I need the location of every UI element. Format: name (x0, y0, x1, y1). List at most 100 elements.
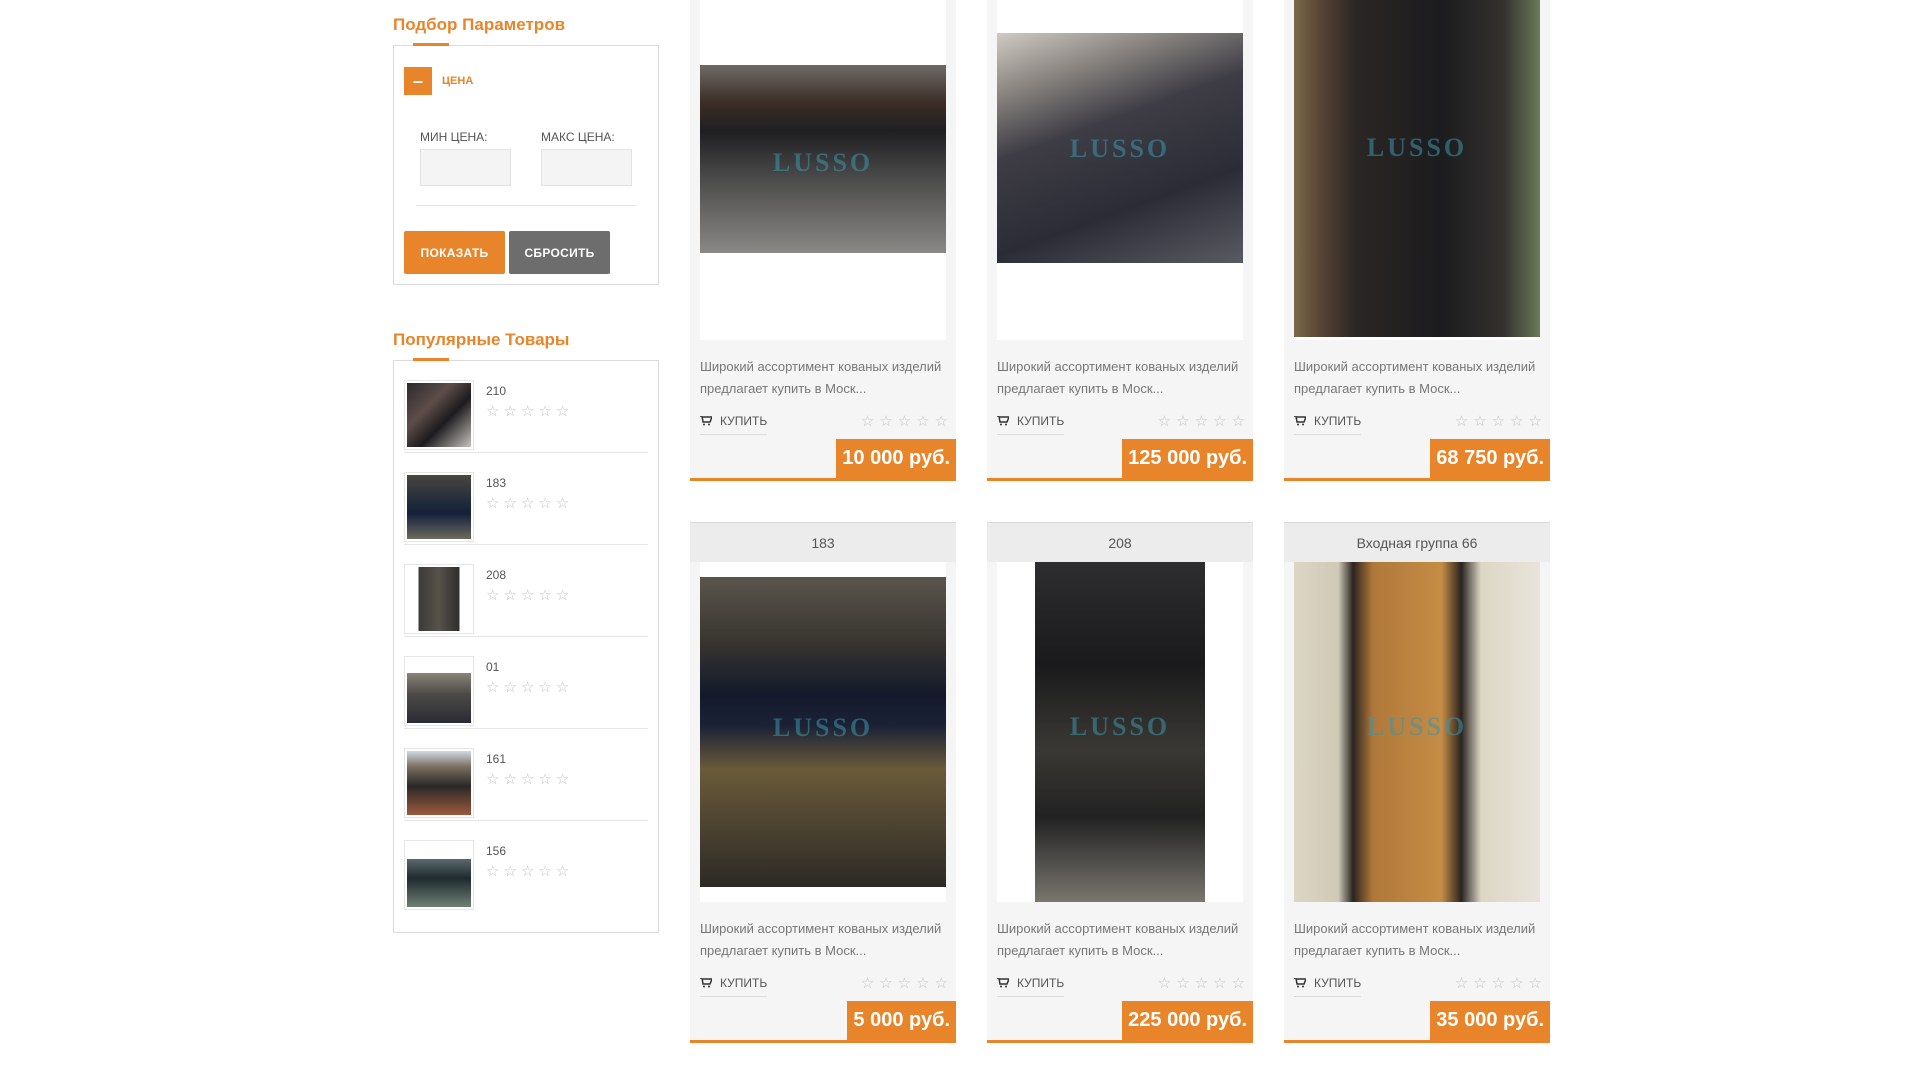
star-icon[interactable]: ☆ (1510, 414, 1523, 429)
star-icon[interactable]: ☆ (503, 588, 516, 603)
star-icon[interactable]: ☆ (521, 588, 534, 603)
product-card[interactable]: LUSSO Широкий ассортимент кованых издели… (987, 0, 1253, 481)
star-icon[interactable]: ☆ (935, 976, 948, 991)
buy-label[interactable]: КУПИТЬ (720, 414, 767, 428)
star-icon[interactable]: ☆ (503, 772, 516, 787)
product-image[interactable]: LUSSO (997, 33, 1243, 263)
product-card[interactable]: LUSSO Широкий ассортимент кованых издели… (1284, 0, 1550, 481)
star-icon[interactable]: ☆ (486, 864, 499, 879)
product-image-wrap[interactable]: LUSSO (1294, 0, 1540, 340)
buy-label[interactable]: КУПИТЬ (1314, 414, 1361, 428)
star-icon[interactable]: ☆ (916, 414, 929, 429)
rating-stars[interactable]: ☆ ☆ ☆ ☆ ☆ (486, 404, 569, 419)
popular-item-name[interactable]: 161 (486, 748, 569, 766)
star-icon[interactable]: ☆ (879, 414, 892, 429)
popular-item[interactable]: 161 ☆ ☆ ☆ ☆ ☆ (404, 729, 648, 821)
star-icon[interactable]: ☆ (1510, 976, 1523, 991)
buy-button[interactable]: КУПИТЬ (700, 414, 768, 435)
star-icon[interactable]: ☆ (1213, 414, 1226, 429)
star-icon[interactable]: ☆ (538, 496, 551, 511)
product-image[interactable]: LUSSO (700, 65, 946, 253)
star-icon[interactable]: ☆ (1232, 976, 1245, 991)
popular-item[interactable]: 208 ☆ ☆ ☆ ☆ ☆ (404, 545, 648, 637)
buy-label[interactable]: КУПИТЬ (1017, 976, 1064, 990)
star-icon[interactable]: ☆ (1492, 414, 1505, 429)
popular-thumbnail[interactable] (404, 656, 474, 726)
star-icon[interactable]: ☆ (521, 772, 534, 787)
star-icon[interactable]: ☆ (935, 414, 948, 429)
product-title[interactable]: Входная группа 66 (1284, 522, 1550, 562)
popular-thumbnail[interactable] (404, 472, 474, 542)
star-icon[interactable]: ☆ (556, 588, 569, 603)
star-icon[interactable]: ☆ (861, 976, 874, 991)
popular-item[interactable]: 156 ☆ ☆ ☆ ☆ ☆ (404, 821, 648, 913)
popular-thumbnail[interactable] (404, 840, 474, 910)
star-icon[interactable]: ☆ (556, 772, 569, 787)
popular-thumbnail[interactable] (404, 564, 474, 634)
popular-item-name[interactable]: 156 (486, 840, 569, 858)
star-icon[interactable]: ☆ (538, 680, 551, 695)
product-image-wrap[interactable]: LUSSO (997, 562, 1243, 902)
product-image-wrap[interactable]: LUSSO (997, 0, 1243, 340)
buy-label[interactable]: КУПИТЬ (1314, 976, 1361, 990)
popular-item[interactable]: 183 ☆ ☆ ☆ ☆ ☆ (404, 453, 648, 545)
buy-button[interactable]: КУПИТЬ (997, 976, 1065, 997)
product-image-wrap[interactable]: LUSSO (700, 562, 946, 902)
rating-stars[interactable]: ☆ ☆ ☆ ☆ ☆ (1158, 976, 1245, 991)
star-icon[interactable]: ☆ (503, 496, 516, 511)
buy-label[interactable]: КУПИТЬ (720, 976, 767, 990)
popular-item-name[interactable]: 210 (486, 380, 569, 398)
star-icon[interactable]: ☆ (1529, 976, 1542, 991)
product-image-wrap[interactable]: LUSSO (1294, 562, 1540, 902)
popular-item-name[interactable]: 183 (486, 472, 569, 490)
star-icon[interactable]: ☆ (861, 414, 874, 429)
product-image-wrap[interactable]: LUSSO (700, 0, 946, 340)
product-image[interactable]: LUSSO (700, 577, 946, 887)
star-icon[interactable]: ☆ (538, 772, 551, 787)
reset-button[interactable]: СБРОСИТЬ (509, 231, 610, 274)
star-icon[interactable]: ☆ (1473, 976, 1486, 991)
star-icon[interactable]: ☆ (1232, 414, 1245, 429)
buy-button[interactable]: КУПИТЬ (1294, 976, 1362, 997)
rating-stars[interactable]: ☆ ☆ ☆ ☆ ☆ (861, 414, 948, 429)
product-title[interactable]: 208 (987, 522, 1253, 562)
product-card[interactable]: 208 LUSSO Широкий ассортимент кованых из… (987, 522, 1253, 1043)
star-icon[interactable]: ☆ (486, 496, 499, 511)
rating-stars[interactable]: ☆ ☆ ☆ ☆ ☆ (1455, 414, 1542, 429)
star-icon[interactable]: ☆ (1455, 414, 1468, 429)
star-icon[interactable]: ☆ (1455, 976, 1468, 991)
rating-stars[interactable]: ☆ ☆ ☆ ☆ ☆ (486, 772, 569, 787)
buy-button[interactable]: КУПИТЬ (997, 414, 1065, 435)
product-image[interactable]: LUSSO (1294, 0, 1540, 337)
star-icon[interactable]: ☆ (521, 496, 534, 511)
star-icon[interactable]: ☆ (556, 864, 569, 879)
price-filter-label[interactable]: ЦЕНА (442, 75, 473, 87)
product-card[interactable]: 183 LUSSO Широкий ассортимент кованых из… (690, 522, 956, 1043)
popular-item-name[interactable]: 208 (486, 564, 569, 582)
buy-label[interactable]: КУПИТЬ (1017, 414, 1064, 428)
rating-stars[interactable]: ☆ ☆ ☆ ☆ ☆ (486, 680, 569, 695)
star-icon[interactable]: ☆ (1492, 976, 1505, 991)
popular-item-name[interactable]: 01 (486, 656, 569, 674)
star-icon[interactable]: ☆ (521, 680, 534, 695)
star-icon[interactable]: ☆ (1213, 976, 1226, 991)
star-icon[interactable]: ☆ (486, 680, 499, 695)
star-icon[interactable]: ☆ (538, 864, 551, 879)
star-icon[interactable]: ☆ (486, 772, 499, 787)
star-icon[interactable]: ☆ (1176, 976, 1189, 991)
star-icon[interactable]: ☆ (538, 588, 551, 603)
star-icon[interactable]: ☆ (898, 414, 911, 429)
star-icon[interactable]: ☆ (1158, 414, 1171, 429)
star-icon[interactable]: ☆ (503, 404, 516, 419)
star-icon[interactable]: ☆ (556, 680, 569, 695)
rating-stars[interactable]: ☆ ☆ ☆ ☆ ☆ (486, 588, 569, 603)
popular-item[interactable]: 01 ☆ ☆ ☆ ☆ ☆ (404, 637, 648, 729)
star-icon[interactable]: ☆ (503, 680, 516, 695)
star-icon[interactable]: ☆ (1195, 414, 1208, 429)
star-icon[interactable]: ☆ (1529, 414, 1542, 429)
star-icon[interactable]: ☆ (1473, 414, 1486, 429)
star-icon[interactable]: ☆ (521, 864, 534, 879)
star-icon[interactable]: ☆ (486, 404, 499, 419)
star-icon[interactable]: ☆ (1195, 976, 1208, 991)
product-image[interactable]: LUSSO (1294, 562, 1540, 902)
